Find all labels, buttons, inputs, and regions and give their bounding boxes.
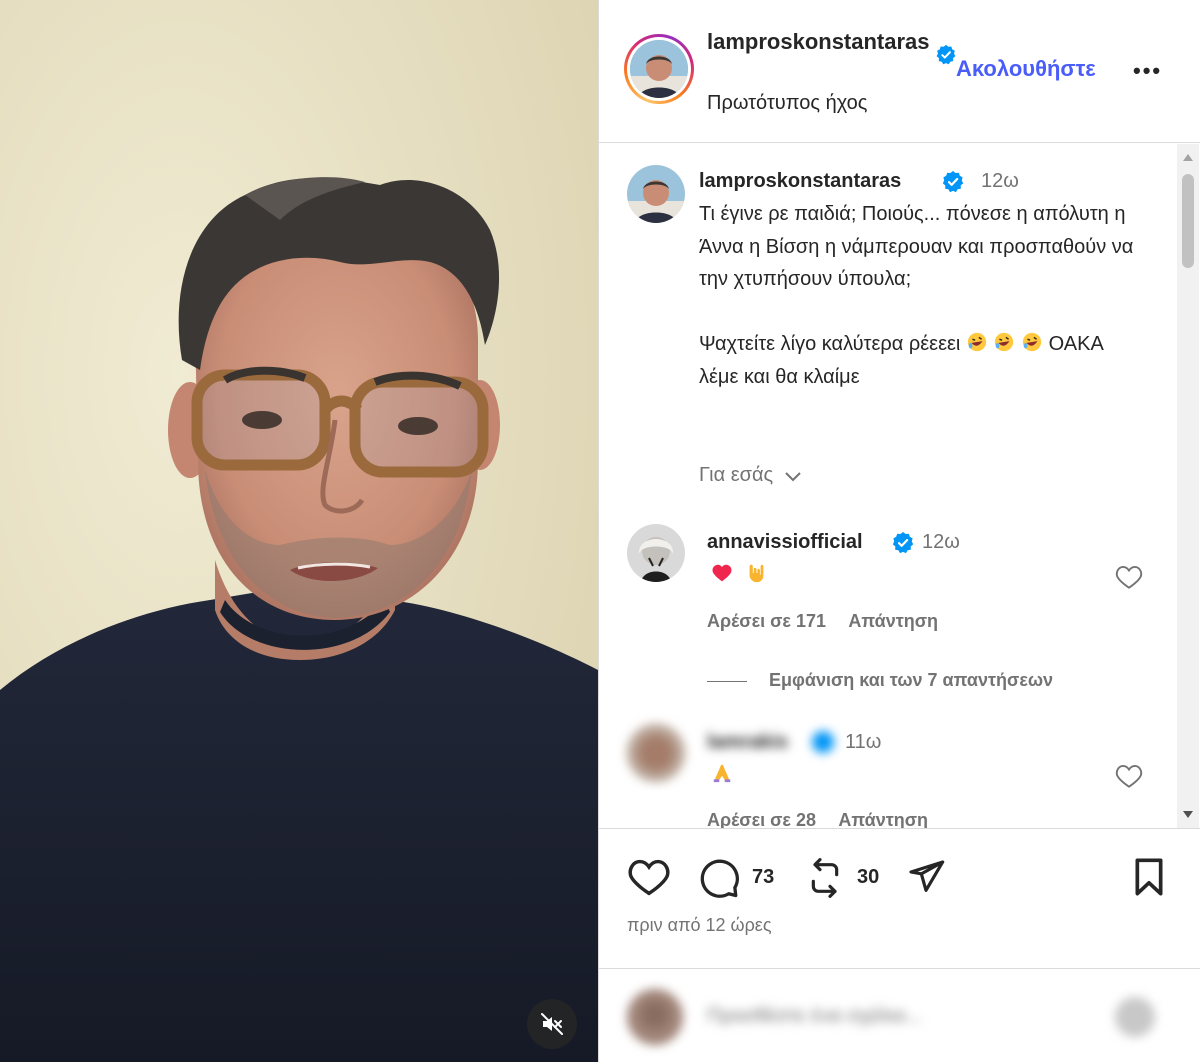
heart-outline-icon xyxy=(628,859,670,896)
comments-list: lamproskonstantaras 12ω Τι έγινε ρε παιδ… xyxy=(599,144,1200,828)
avatar-image xyxy=(627,724,685,782)
repost-arrows-icon xyxy=(811,858,839,898)
rofl-emoji-icon xyxy=(967,332,987,352)
caption-paragraph: Ψαχτείτε λίγο καλύτερα ρέεεει ΟΑΚΑ λέμε … xyxy=(699,328,1139,393)
caption-username[interactable]: lamproskonstantaras xyxy=(699,170,901,193)
comment-likes-count[interactable]: Αρέσει σε 28 xyxy=(707,810,816,828)
reel-video[interactable] xyxy=(0,0,598,1062)
for-you-label: Για εσάς xyxy=(699,464,774,486)
rock-on-hand-emoji-icon xyxy=(749,564,763,583)
post-side-panel: lamproskonstantaras Ακολουθήστε ••• Πρωτ… xyxy=(598,0,1200,1062)
scroll-down-arrow-icon[interactable] xyxy=(1183,811,1193,818)
verified-badge-icon xyxy=(941,170,965,199)
caption-text: Τι έγινε ρε παιδιά; Ποιούς... πόνεσε η α… xyxy=(699,198,1139,393)
comment-meta: Αρέσει σε 171 Απάντηση xyxy=(707,611,956,632)
folded-hands-emoji-icon xyxy=(713,764,731,783)
comments-scrollbar[interactable] xyxy=(1177,144,1199,828)
comment-input[interactable]: Προσθέστε ένα σχόλιο... xyxy=(707,1005,922,1028)
author-avatar-story-ring[interactable] xyxy=(624,34,694,104)
scroll-up-arrow-icon[interactable] xyxy=(1183,154,1193,161)
emoji-picker-button[interactable] xyxy=(1115,997,1155,1037)
avatar-image xyxy=(627,165,685,223)
comment-time[interactable]: 12ω xyxy=(922,531,960,554)
more-options-button[interactable]: ••• xyxy=(1133,58,1162,84)
paper-plane-icon xyxy=(909,860,945,892)
caption-text-part: Ψαχτείτε λίγο καλύτερα ρέεεει xyxy=(699,333,961,355)
avatar-image xyxy=(627,524,685,582)
speaker-muted-icon xyxy=(541,1013,563,1035)
comment-likes-count[interactable]: Αρέσει σε 171 xyxy=(707,611,826,631)
red-heart-emoji-icon xyxy=(712,564,732,582)
comment-time[interactable]: 11ω xyxy=(845,731,881,754)
repost-count: 30 xyxy=(857,866,880,888)
chevron-down-icon xyxy=(785,472,801,482)
follow-button[interactable]: Ακολουθήστε xyxy=(956,56,1096,82)
original-audio-link[interactable]: Πρωτότυπος ήχος xyxy=(707,92,867,115)
video-frame-illustration xyxy=(0,0,598,1062)
heart-outline-icon xyxy=(1115,765,1143,788)
heart-outline-icon xyxy=(1115,566,1143,589)
comment-username[interactable]: lamrakis xyxy=(707,731,788,754)
comment-button[interactable] xyxy=(699,857,741,904)
view-replies-button[interactable]: Εμφάνιση και των 7 απαντήσεων xyxy=(707,670,1053,691)
author-username[interactable]: lamproskonstantaras xyxy=(707,26,937,57)
speech-bubble-icon xyxy=(700,859,739,898)
rofl-emoji-icon xyxy=(995,332,1014,352)
like-button[interactable] xyxy=(627,857,671,902)
post-header: lamproskonstantaras Ακολουθήστε ••• Πρωτ… xyxy=(599,0,1200,143)
verified-badge-icon xyxy=(811,730,835,759)
comment-username[interactable]: annavissiofficial xyxy=(707,531,863,554)
share-button[interactable] xyxy=(905,857,947,902)
reply-button[interactable]: Απάντηση xyxy=(838,810,928,828)
commenter-avatar[interactable] xyxy=(627,724,685,782)
rofl-emoji-icon xyxy=(1022,332,1042,352)
post-timestamp[interactable]: πριν από 12 ώρες xyxy=(627,915,772,936)
repost-button[interactable] xyxy=(805,857,845,904)
avatar-image xyxy=(627,989,683,1045)
commenter-avatar[interactable] xyxy=(627,524,685,582)
avatar-image xyxy=(630,40,688,98)
mute-button[interactable] xyxy=(527,999,577,1049)
verified-badge-icon xyxy=(935,44,957,71)
comment-meta: Αρέσει σε 28 Απάντηση xyxy=(707,810,946,828)
scroll-thumb[interactable] xyxy=(1182,174,1194,268)
divider-line xyxy=(707,680,747,682)
bookmark-icon xyxy=(1135,858,1163,896)
post-actions-bar: 73 30 πριν από 12 ώρες xyxy=(599,828,1200,968)
add-comment-bar: Προσθέστε ένα σχόλιο... xyxy=(599,968,1200,1062)
comment-text xyxy=(711,762,733,787)
current-user-avatar[interactable] xyxy=(627,989,683,1045)
save-button[interactable] xyxy=(1131,857,1167,902)
caption-author-avatar[interactable] xyxy=(627,165,685,223)
like-comment-button[interactable] xyxy=(1114,564,1144,595)
like-comment-button[interactable] xyxy=(1114,763,1144,794)
comment-count: 73 xyxy=(752,866,775,888)
view-replies-label: Εμφάνιση και των 7 απαντήσεων xyxy=(769,670,1054,690)
author-avatar[interactable] xyxy=(630,40,688,98)
caption-paragraph: Τι έγινε ρε παιδιά; Ποιούς... πόνεσε η α… xyxy=(699,203,1134,290)
reply-button[interactable]: Απάντηση xyxy=(848,611,938,631)
for-you-toggle[interactable]: Για εσάς xyxy=(699,464,803,487)
comment-text xyxy=(711,562,767,587)
caption-time[interactable]: 12ω xyxy=(981,170,1019,193)
verified-badge-icon xyxy=(891,531,915,560)
